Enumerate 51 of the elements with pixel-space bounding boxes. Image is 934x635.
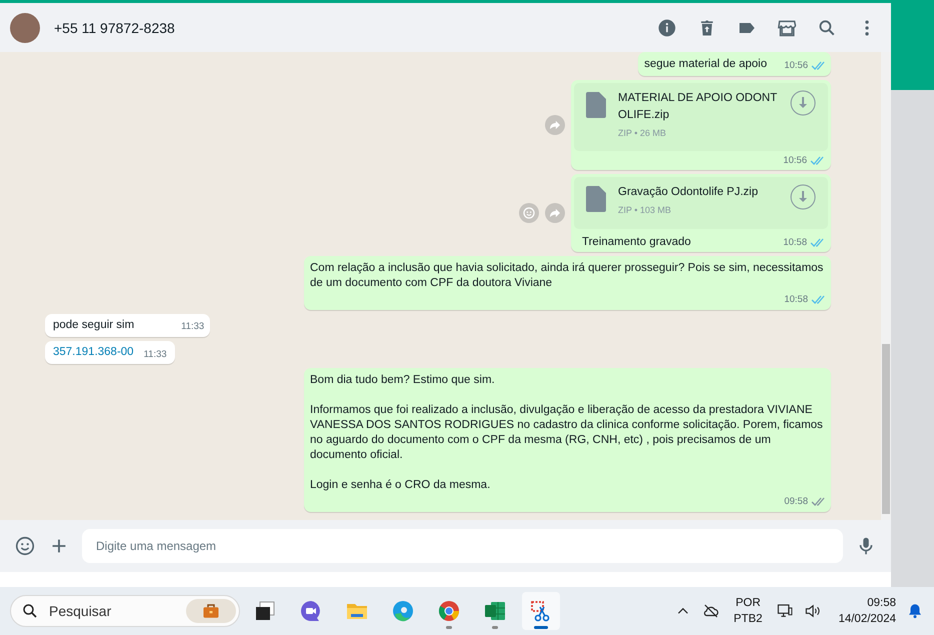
file-size: ZIP • 26 MB: [618, 128, 668, 138]
file-card[interactable]: MATERIAL DE APOIO ODONTOLIFE.zip ZIP • 26 MB: [574, 83, 828, 151]
message-text: Com relação a inclusão que havia solicitado, ainda irá querer prosseguir? Pois se sim, necessitamos de um documento com CPF da doutora Viviane: [310, 261, 824, 291]
cloud-off-icon[interactable]: [702, 602, 720, 620]
file-name: MATERIAL DE APOIO ODONTOLIFE.zip: [618, 91, 778, 123]
message-text: pode seguir sim: [53, 318, 134, 333]
emoji-icon[interactable]: [14, 535, 36, 557]
file-name: Gravação Odontolife PJ.zip: [618, 185, 759, 200]
file-card[interactable]: Gravação Odontolife PJ.zip ZIP • 103 MB: [574, 177, 828, 229]
taskbar-search[interactable]: Pesquisar: [10, 595, 240, 627]
browser-icon: [437, 599, 461, 623]
task-view-icon: [253, 599, 277, 623]
phone-link[interactable]: 357.191.368-00: [53, 345, 134, 360]
info-icon[interactable]: [657, 18, 677, 38]
download-icon[interactable]: [790, 184, 816, 210]
keyboard-layout-label[interactable]: PTB2: [734, 611, 762, 627]
store-icon[interactable]: [777, 18, 797, 38]
message-time: 10:56: [784, 59, 808, 73]
network-icon[interactable]: [776, 602, 794, 620]
message-time: 11:33: [144, 349, 167, 360]
file-icon: [586, 186, 606, 212]
message-text: Bom dia tudo bem? Estimo que sim. Informamos que foi realizado a inclusão, divulgação e liberação de acesso da prestadora VIVIANE VANESSA DOS SANTOS RODRIGUES no cadastro da clinica conforme solicitação. Porem, ficamos no aguardo do documento com o CPF da mesma (RG, CNH, etc) , pois precisamos de um documento oficial. Login e senha é o CRO da mesma.: [310, 373, 824, 493]
message-time: 10:58: [784, 293, 808, 307]
speaker-icon[interactable]: [804, 602, 822, 620]
contact-name[interactable]: +55 11 97872-8238: [54, 20, 657, 36]
avatar[interactable]: [10, 12, 40, 42]
video-chat-icon: [299, 599, 323, 623]
message-input[interactable]: Digite uma mensagem: [82, 529, 843, 563]
file-message[interactable]: Gravação Odontolife PJ.zip ZIP • 103 MB Treinamento gravado 10:58: [571, 174, 831, 252]
browser-icon: [391, 599, 415, 623]
message-time: 11:33: [181, 320, 204, 334]
scrollbar[interactable]: [881, 52, 891, 520]
widget-button[interactable]: [186, 599, 236, 623]
spreadsheet-icon: [483, 599, 507, 623]
file-icon: [586, 92, 606, 118]
search-input[interactable]: Pesquisar: [47, 602, 178, 620]
file-message[interactable]: MATERIAL DE APOIO ODONTOLIFE.zip ZIP • 26 MB 10:56: [571, 80, 831, 170]
download-icon[interactable]: [790, 90, 816, 116]
file-size: ZIP • 103 MB: [618, 205, 672, 215]
search-icon: [21, 602, 39, 620]
message-time: 10:56: [783, 155, 807, 166]
language-label[interactable]: POR: [736, 595, 761, 611]
briefcase-icon: [202, 602, 220, 620]
message-time: 10:58: [783, 237, 807, 248]
message-text: segue material de apoio: [644, 57, 767, 72]
bell-icon[interactable]: [906, 602, 924, 620]
message-time: 09:58: [784, 495, 808, 509]
clock-date[interactable]: 14/02/2024: [838, 611, 896, 627]
search-icon[interactable]: [817, 18, 837, 38]
clock-time[interactable]: 09:58: [867, 595, 896, 611]
message-caption: Treinamento gravado: [581, 235, 692, 248]
